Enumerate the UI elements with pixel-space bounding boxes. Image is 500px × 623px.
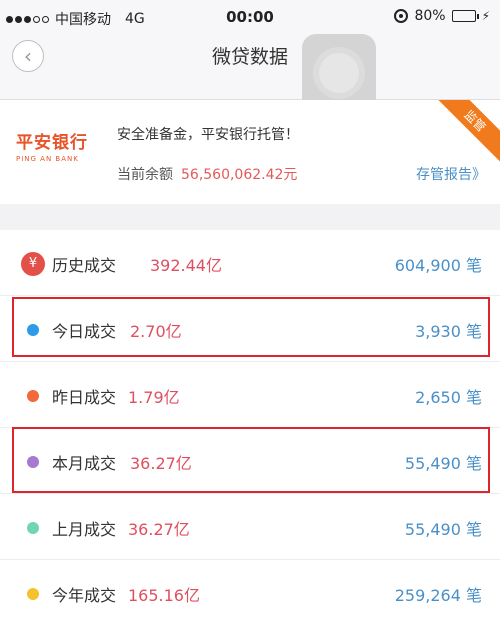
nav-bar: ‹ 微贷数据 bbox=[0, 34, 500, 112]
dot-icon bbox=[27, 588, 39, 600]
list-item[interactable]: 今日成交 2.70亿 3,930 笔 bbox=[0, 296, 500, 362]
stat-label: 上月成交 bbox=[52, 520, 117, 539]
stat-count: 55,490 笔 bbox=[404, 520, 482, 539]
list-item[interactable]: 上月成交 36.27亿 55,490 笔 bbox=[0, 494, 500, 560]
ping-an-bank-logo: 平安银行 PING AN BANK bbox=[16, 133, 88, 163]
balance-line: 当前余额 56,560,062.42元 bbox=[117, 164, 297, 184]
balance-label: 当前余额 bbox=[117, 167, 173, 183]
custody-notice: 安全准备金，平安银行托管！ bbox=[117, 127, 299, 143]
bank-custody-card: 平安银行 PING AN BANK 安全准备金，平安银行托管！ 当前余额 56,5… bbox=[0, 100, 500, 204]
stat-count: 3,930 笔 bbox=[415, 322, 482, 341]
stat-label: 今日成交 bbox=[52, 322, 117, 341]
yen-icon: ¥ bbox=[21, 252, 45, 276]
stat-amount: 165.16亿 bbox=[128, 586, 200, 605]
stat-count: 55,490 笔 bbox=[404, 454, 482, 473]
list-item[interactable]: 本月成交 36.27亿 55,490 笔 bbox=[0, 428, 500, 494]
list-item[interactable]: 今年成交 165.16亿 259,264 笔 bbox=[0, 560, 500, 623]
stat-count: 2,650 笔 bbox=[415, 388, 482, 407]
custody-report-link[interactable]: 存管报告》 bbox=[416, 164, 486, 184]
battery-percent: 80% bbox=[414, 8, 446, 24]
dot-icon bbox=[27, 324, 39, 336]
list-item[interactable]: ¥ 历史成交 392.44亿 604,900 笔 bbox=[0, 230, 500, 296]
charging-icon: ⚡ bbox=[481, 9, 490, 23]
stat-label: 历史成交 bbox=[52, 256, 117, 275]
balance-value: 56,560,062.42元 bbox=[181, 167, 298, 183]
battery-icon bbox=[451, 10, 479, 22]
assistive-touch-icon bbox=[319, 53, 359, 93]
stat-amount: 2.70亿 bbox=[130, 322, 182, 341]
stat-amount: 392.44亿 bbox=[150, 256, 222, 275]
orientation-lock-icon bbox=[394, 9, 409, 23]
list-item[interactable]: 昨日成交 1.79亿 2,650 笔 bbox=[0, 362, 500, 428]
stat-label: 昨日成交 bbox=[52, 388, 117, 407]
dot-icon bbox=[27, 456, 39, 468]
dot-icon bbox=[27, 390, 39, 402]
status-right: 80% ⚡ bbox=[394, 8, 490, 24]
stat-amount: 1.79亿 bbox=[128, 388, 180, 407]
stat-label: 本月成交 bbox=[52, 454, 117, 473]
status-bar: 中国移动 4G 00:00 80% ⚡ bbox=[0, 0, 500, 34]
dot-icon bbox=[27, 522, 39, 534]
page-title: 微贷数据 bbox=[211, 46, 288, 68]
stat-count: 604,900 笔 bbox=[394, 256, 482, 275]
transaction-stats-list: ¥ 历史成交 392.44亿 604,900 笔 今日成交 2.70亿 3,93… bbox=[0, 230, 500, 623]
stat-amount: 36.27亿 bbox=[128, 520, 190, 539]
stat-label: 今年成交 bbox=[52, 586, 117, 605]
regulated-ribbon: 监管 bbox=[428, 100, 500, 168]
stat-amount: 36.27亿 bbox=[130, 454, 192, 473]
stat-count: 259,264 笔 bbox=[394, 586, 482, 605]
